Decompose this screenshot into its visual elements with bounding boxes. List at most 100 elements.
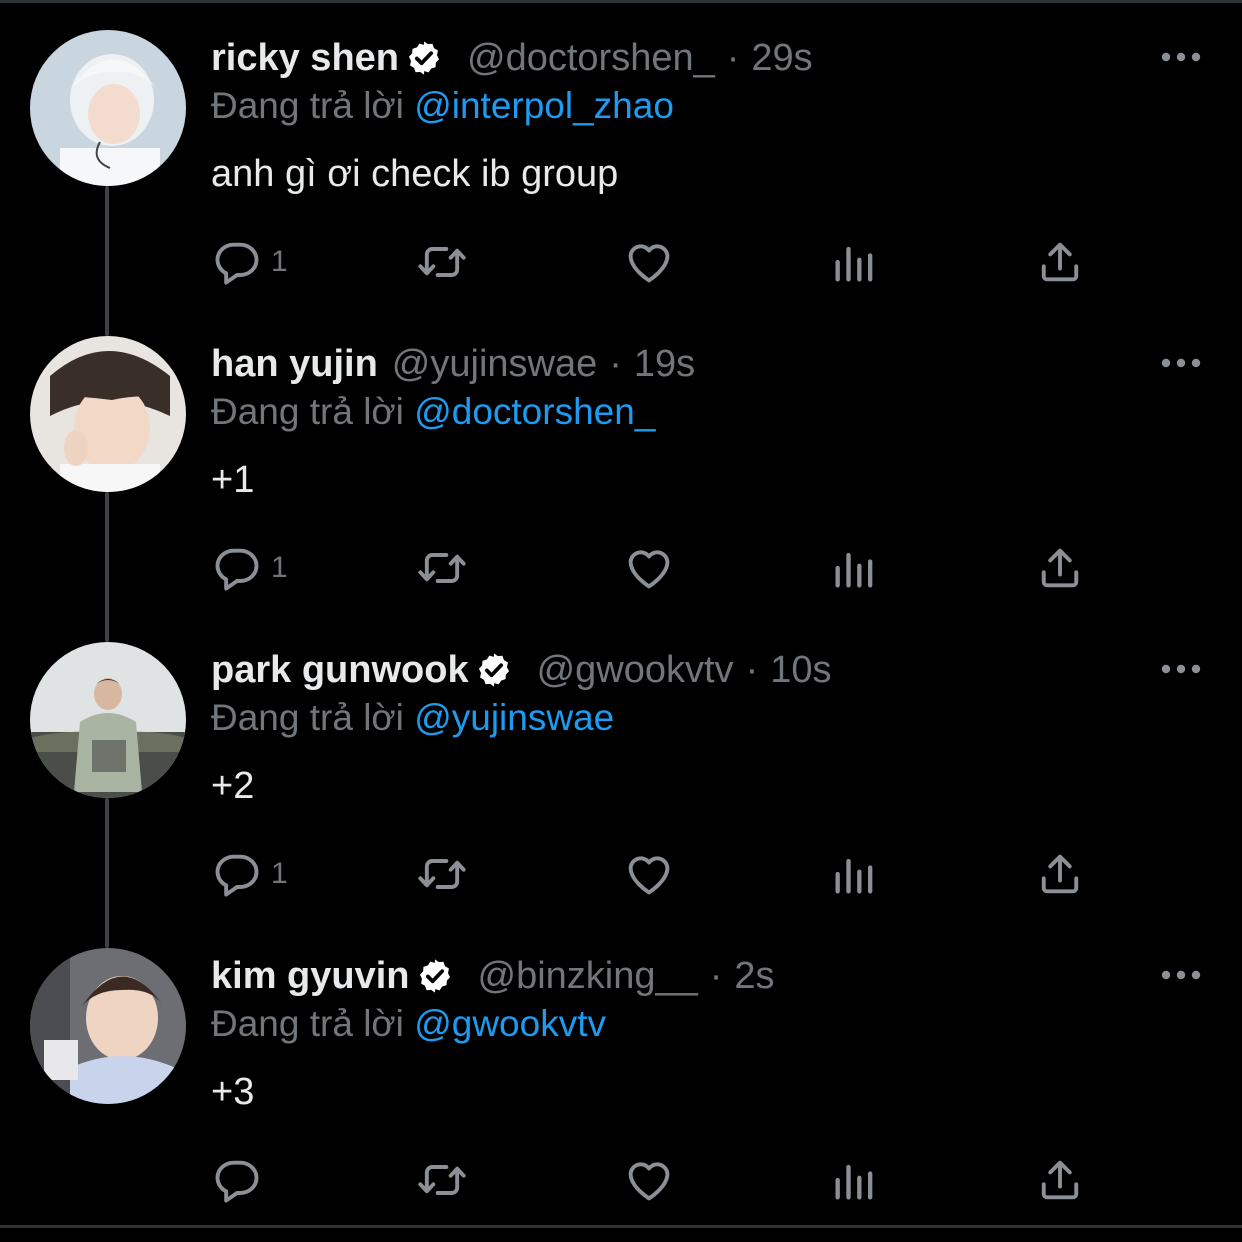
tweet-text: +2: [211, 765, 255, 807]
ellipsis-icon: [1161, 358, 1201, 368]
separator-dot: ·: [745, 648, 759, 691]
share-button[interactable]: [1034, 1149, 1086, 1211]
tweet-text: anh gì ơi check ib group: [211, 153, 619, 195]
tweet[interactable]: park gunwook @gwookvtv · 10s Đang trả lờ…: [0, 615, 1242, 921]
bar-chart-icon: [835, 1164, 873, 1200]
tweet-actions: [211, 1149, 1111, 1211]
display-name[interactable]: ricky shen: [211, 37, 399, 80]
views-button[interactable]: [829, 1149, 881, 1211]
separator-dot: ·: [726, 36, 740, 79]
heart-icon: [628, 1162, 670, 1201]
tweet-actions: 1: [211, 231, 1111, 293]
tweet-actions: 1: [211, 537, 1111, 599]
views-button[interactable]: [829, 537, 881, 599]
retweet-button[interactable]: [416, 1149, 468, 1211]
avatar-photo: [30, 642, 186, 798]
reply-count: 1: [271, 245, 288, 278]
reply-count: 1: [271, 857, 288, 890]
replying-to: Đang trả lời @doctorshen_: [211, 391, 655, 433]
views-button[interactable]: [829, 843, 881, 905]
mention-link[interactable]: @interpol_zhao: [414, 85, 674, 126]
user-handle[interactable]: @binzking__: [478, 955, 698, 998]
like-button[interactable]: [623, 231, 675, 293]
share-button[interactable]: [1034, 843, 1086, 905]
replying-to: Đang trả lời @interpol_zhao: [211, 85, 674, 127]
timestamp[interactable]: 10s: [770, 649, 831, 692]
user-handle[interactable]: @doctorshen_: [467, 37, 715, 80]
retweet-button[interactable]: [416, 843, 468, 905]
speech-bubble-icon: [215, 242, 259, 285]
replying-to: Đang trả lời @gwookvtv: [211, 1003, 606, 1045]
ellipsis-icon: [1161, 970, 1201, 980]
retweet-icon: [418, 247, 466, 277]
divider: [0, 1225, 1242, 1228]
display-name[interactable]: park gunwook: [211, 649, 469, 692]
timestamp[interactable]: 2s: [734, 955, 774, 998]
replying-to-label: Đang trả lời: [211, 1003, 404, 1044]
speech-bubble-icon: [215, 854, 259, 897]
avatar[interactable]: [30, 30, 186, 186]
avatar[interactable]: [30, 642, 186, 798]
ellipsis-icon: [1161, 664, 1201, 674]
share-upload-icon: [1041, 854, 1079, 894]
retweet-button[interactable]: [416, 231, 468, 293]
heart-icon: [628, 244, 670, 283]
separator-dot: ·: [709, 954, 723, 997]
share-upload-icon: [1041, 242, 1079, 282]
share-button[interactable]: [1034, 231, 1086, 293]
reply-count: 1: [271, 551, 288, 584]
reply-button[interactable]: 1: [211, 843, 288, 905]
avatar[interactable]: [30, 336, 186, 492]
reply-button[interactable]: 1: [211, 231, 288, 293]
more-options-button[interactable]: [1158, 961, 1204, 989]
mention-link[interactable]: @doctorshen_: [414, 391, 655, 432]
timestamp[interactable]: 19s: [634, 343, 695, 386]
reply-button[interactable]: [211, 1149, 271, 1211]
views-button[interactable]: [829, 231, 881, 293]
heart-icon: [628, 856, 670, 895]
like-button[interactable]: [623, 1149, 675, 1211]
user-handle[interactable]: @yujinswae: [392, 343, 597, 386]
bar-chart-icon: [835, 858, 873, 894]
avatar[interactable]: [30, 948, 186, 1104]
verified-badge-icon: [478, 653, 509, 687]
reply-button[interactable]: 1: [211, 537, 288, 599]
like-button[interactable]: [623, 537, 675, 599]
display-name[interactable]: han yujin: [211, 343, 378, 386]
tweet-text: +1: [211, 459, 255, 501]
tweet[interactable]: han yujin @yujinswae · 19s Đang trả lời …: [0, 309, 1242, 615]
retweet-button[interactable]: [416, 537, 468, 599]
more-options-button[interactable]: [1158, 349, 1204, 377]
bar-chart-icon: [835, 552, 873, 588]
avatar-photo: [30, 948, 186, 1104]
tweet-text: +3: [211, 1071, 255, 1113]
reply-thread: ricky shen @doctorshen_ · 29s Đang trả l…: [0, 0, 1242, 1242]
verified-badge-icon: [419, 959, 450, 993]
replying-to-label: Đang trả lời: [211, 697, 404, 738]
replying-to-label: Đang trả lời: [211, 85, 404, 126]
tweet[interactable]: ricky shen @doctorshen_ · 29s Đang trả l…: [0, 3, 1242, 309]
share-upload-icon: [1041, 548, 1079, 588]
retweet-icon: [418, 1165, 466, 1195]
tweet[interactable]: kim gyuvin @binzking__ · 2s Đang trả lời…: [0, 921, 1242, 1227]
heart-icon: [628, 550, 670, 589]
replying-to: Đang trả lời @yujinswae: [211, 697, 614, 739]
like-button[interactable]: [623, 843, 675, 905]
display-name[interactable]: kim gyuvin: [211, 955, 410, 998]
ellipsis-icon: [1161, 52, 1201, 62]
retweet-icon: [418, 859, 466, 889]
mention-link[interactable]: @gwookvtv: [414, 1003, 606, 1044]
user-handle[interactable]: @gwookvtv: [537, 649, 734, 692]
verified-badge-icon: [408, 41, 440, 75]
retweet-icon: [418, 553, 466, 583]
avatar-photo: [30, 30, 186, 186]
timestamp[interactable]: 29s: [751, 37, 812, 80]
speech-bubble-icon: [215, 548, 259, 591]
share-button[interactable]: [1034, 537, 1086, 599]
more-options-button[interactable]: [1158, 43, 1204, 71]
more-options-button[interactable]: [1158, 655, 1204, 683]
replying-to-label: Đang trả lời: [211, 391, 404, 432]
bar-chart-icon: [835, 246, 873, 282]
avatar-photo: [30, 336, 186, 492]
mention-link[interactable]: @yujinswae: [414, 697, 614, 738]
